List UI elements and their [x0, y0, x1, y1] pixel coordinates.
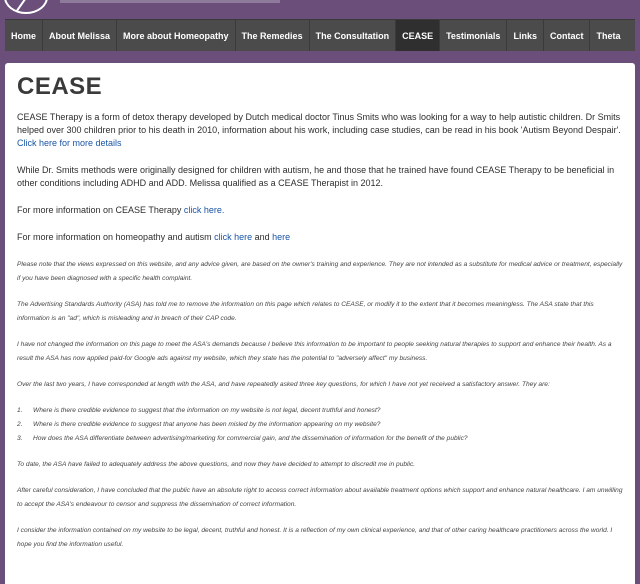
conclusion-note: After careful consideration, I have conc…	[17, 487, 623, 508]
nav-item-more-about-homeopathy[interactable]: More about Homeopathy	[117, 20, 236, 51]
more-details-link[interactable]: Click here for more details	[17, 138, 122, 148]
nav-item-testimonials[interactable]: Testimonials	[440, 20, 508, 51]
nav-item-about-melissa[interactable]: About Melissa	[43, 20, 118, 51]
page-title: CEASE	[17, 73, 103, 100]
autism-info-paragraph: For more information on homeopathy and a…	[17, 231, 623, 244]
list-item: 2. Where is there credible evidence to su…	[17, 418, 623, 432]
autism-and-text: and	[252, 232, 273, 242]
intro-paragraph: CEASE Therapy is a form of detox therapy…	[17, 111, 623, 150]
question-text: Where is there credible evidence to sugg…	[33, 407, 381, 414]
nav-item-the-consultation[interactable]: The Consultation	[310, 20, 397, 51]
nav-item-contact[interactable]: Contact	[544, 20, 591, 51]
nav-item-theta[interactable]: Theta	[590, 20, 626, 51]
correspondence-note: Over the last two years, I have correspo…	[17, 381, 550, 388]
unchanged-note: I have not changed the information on th…	[17, 341, 612, 362]
autism-info-text: For more information on homeopathy and a…	[17, 232, 215, 242]
nav-item-the-remedies[interactable]: The Remedies	[236, 20, 310, 51]
site-header	[0, 0, 640, 18]
logo-icon[interactable]	[4, 0, 48, 14]
list-item: 1. Where is there credible evidence to su…	[17, 404, 623, 418]
question-number: 2.	[17, 421, 23, 428]
questions-list: 1. Where is there credible evidence to su…	[17, 404, 623, 446]
disclaimer-note: Please note that the views expressed on …	[17, 261, 623, 282]
autism-click-here-link[interactable]: click here	[214, 232, 252, 242]
nav-item-cease[interactable]: CEASE	[396, 20, 441, 51]
nav-item-links[interactable]: Links	[507, 20, 544, 51]
to-date-note: To date, the ASA have failed to adequate…	[17, 461, 416, 468]
main-content: CEASE CEASE Therapy is a form of detox t…	[5, 63, 635, 584]
nav-item-home[interactable]: Home	[5, 20, 44, 51]
cease-info-text: For more information on CEASE Therapy	[17, 205, 184, 215]
main-nav: Home About Melissa More about Homeopathy…	[5, 19, 635, 51]
question-text: Where is there credible evidence to sugg…	[33, 421, 381, 428]
question-text: How does the ASA differentiate between a…	[33, 435, 468, 442]
closing-note: I consider the information contained on …	[17, 527, 613, 548]
cease-info-paragraph: For more information on CEASE Therapy cl…	[17, 204, 623, 217]
intro-text: CEASE Therapy is a form of detox therapy…	[17, 112, 621, 135]
question-number: 1.	[17, 407, 23, 414]
methods-paragraph: While Dr. Smits methods were originally …	[17, 165, 615, 188]
autism-here-link[interactable]: here	[272, 232, 290, 242]
list-item: 3. How does the ASA differentiate between…	[17, 432, 623, 446]
cease-info-link[interactable]: click here.	[184, 205, 225, 215]
asa-note: The Advertising Standards Authority (ASA…	[17, 301, 594, 322]
site-title-fragment	[60, 0, 280, 3]
question-number: 3.	[17, 435, 23, 442]
